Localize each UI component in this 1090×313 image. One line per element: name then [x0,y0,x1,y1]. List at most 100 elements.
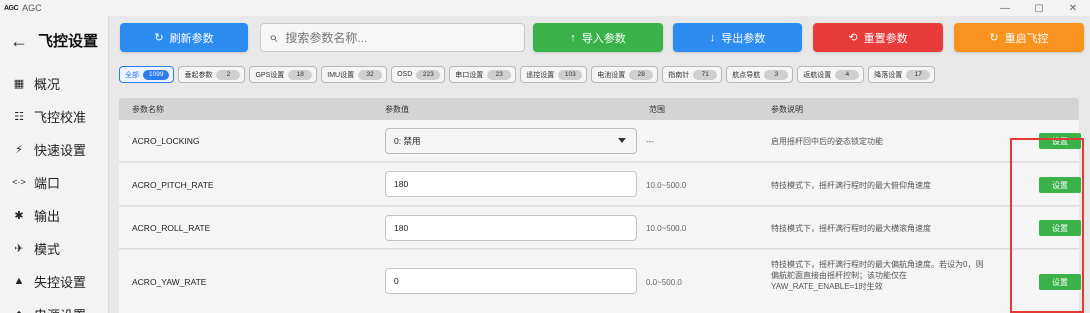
chip-label: 遥控设置 [526,71,555,79]
import-button[interactable]: ↑ 导入参数 [533,23,663,52]
chip-waypoint[interactable]: 航点导航 3 [726,66,794,83]
param-value-select[interactable]: 0: 禁用 [385,128,637,154]
input-value: 0 [394,276,399,286]
param-range: 0.0~500.0 [646,278,682,287]
chevron-down-icon [618,138,626,143]
description-line: 偏航舵面直接由摇杆控制；该功能仅在 [771,271,907,280]
reboot-button[interactable]: ↻ 重启飞控 [954,23,1084,52]
sidebar-item-modes[interactable]: ✈ 模式 [12,238,60,258]
refresh-button[interactable]: ↻ 刷新参数 [120,23,248,52]
param-name: ACRO_PITCH_RATE [132,180,214,190]
ports-icon: <·> [12,177,26,187]
chip-count: 3 [764,69,789,80]
chip-label: 降落设置 [874,71,903,79]
set-button[interactable]: 设置 [1039,220,1081,236]
sidebar-item-label: 电源设置 [34,305,86,313]
settings-icon: ◆ [12,308,26,313]
sidebar-item-output[interactable]: ✱ 输出 [12,205,60,225]
sliders-icon: ☷ [14,110,24,123]
chip-imu[interactable]: IMU设置 32 [321,66,388,83]
description-line: YAW_RATE_ENABLE=1时生效 [771,282,883,291]
close-button[interactable]: ✕ [1056,0,1090,16]
chip-count: 71 [693,69,718,80]
search-input[interactable] [285,30,506,45]
chip-count: 4 [835,69,860,80]
sidebar-item-quick-setup[interactable]: ⚡ 快速设置 [12,139,86,159]
chip-count: 103 [558,69,583,80]
lightning-icon: ⚡ [15,143,23,156]
set-button[interactable]: 设置 [1039,133,1081,149]
page-title: 飞控设置 [38,33,99,50]
minimize-button[interactable]: — [988,0,1022,16]
import-label: 导入参数 [581,32,626,45]
chip-landing[interactable]: 降落设置 17 [868,66,936,83]
airplane-icon: ✈ [14,242,24,255]
header-range: 范围 [649,105,665,114]
chip-count: 32 [358,69,383,80]
sidebar-item-overview[interactable]: ▦ 概况 [12,73,60,93]
param-description: 特技模式下，摇杆满行程时的最大偏航角速度。若设为0，则 偏航舵面直接由摇杆控制；… [771,259,1031,292]
chip-count: 17 [906,69,931,80]
header-param-value: 参数值 [385,105,409,114]
table-row: ACRO_ROLL_RATE 180 10.0~500.0 特技模式下，摇杆满行… [119,207,1081,249]
sidebar-item-calibration[interactable]: ☷ 飞控校准 [12,106,86,126]
set-button[interactable]: 设置 [1039,177,1081,193]
sidebar-item-label: 端口 [34,175,61,191]
chip-label: IMU设置 [327,71,355,79]
upload-icon: ↑ [570,31,576,44]
chip-compass[interactable]: 指南针 71 [662,66,723,83]
input-value: 180 [394,179,409,189]
sidebar-item-label: 概况 [34,76,61,92]
chip-gps[interactable]: GPS设置 18 [249,66,318,83]
set-button[interactable]: 设置 [1039,274,1081,290]
chip-serial[interactable]: 串口设置 23 [449,66,517,83]
param-range: 10.0~500.0 [646,224,687,233]
window-controls: — ▢ ✕ [988,0,1090,16]
maximize-button[interactable]: ▢ [1022,0,1056,16]
category-filter-bar: 全部 1099 垂起参数 2 GPS设置 18 IMU设置 32 OSD 223… [119,66,939,83]
sidebar-item-power[interactable]: ◆ 电源设置 [12,304,86,313]
main-panel: ↻ 刷新参数 ⌕ ↑ 导入参数 ↓ 导出参数 ⟲ 重置参数 ↻ 重启飞控 全部 … [108,16,1090,313]
chip-count: 223 [416,69,441,80]
sidebar-item-label: 失控设置 [34,274,87,290]
sidebar-item-label: 输出 [34,208,61,224]
param-range: --- [646,137,654,146]
chip-label: 电池设置 [597,71,626,79]
header-param-name: 参数名称 [132,105,164,114]
grid-icon: ▦ [13,77,25,90]
reset-button[interactable]: ⟲ 重置参数 [813,23,943,52]
param-value-input[interactable]: 180 [385,171,637,197]
chip-label: 返航设置 [803,71,832,79]
chip-rtl[interactable]: 返航设置 4 [797,66,865,83]
chip-count: 28 [629,69,654,80]
export-button[interactable]: ↓ 导出参数 [673,23,802,52]
chip-vtol[interactable]: 垂起参数 2 [178,66,246,83]
sidebar: ← 飞控设置 ▦ 概况 ☷ 飞控校准 ⚡ 快速设置 <·> 端口 ✱ 输出 ✈ … [0,16,108,313]
param-description: 特技模式下，摇杆满行程时的最大横滚角速度 [771,224,931,233]
chip-label: 指南针 [668,71,690,79]
description-line: 特技模式下，摇杆满行程时的最大偏航角速度。若设为0，则 [771,260,984,269]
reset-icon: ⟲ [848,32,858,44]
chip-count: 18 [288,69,313,80]
chip-count: 23 [487,69,512,80]
download-icon: ↓ [709,31,716,44]
select-value: 0: 禁用 [394,136,421,146]
chip-label: OSD [397,71,413,78]
chip-osd[interactable]: OSD 223 [391,66,446,83]
chip-all[interactable]: 全部 1099 [119,66,175,83]
param-value-input[interactable]: 0 [385,268,637,294]
chip-label: GPS设置 [255,71,285,79]
param-value-input[interactable]: 180 [385,215,637,241]
back-arrow-icon[interactable]: ← [10,32,28,50]
search-box[interactable]: ⌕ [260,23,525,52]
chip-battery[interactable]: 电池设置 28 [591,66,659,83]
table-row: ACRO_YAW_RATE 0 0.0~500.0 特技模式下，摇杆满行程时的最… [119,250,1081,313]
param-name: ACRO_LOCKING [132,136,200,146]
chip-count: 1099 [143,69,170,80]
sidebar-item-ports[interactable]: <·> 端口 [12,172,60,192]
sidebar-item-label: 飞控校准 [34,109,87,125]
chip-label: 全部 [125,71,139,79]
chip-rc[interactable]: 遥控设置 103 [520,66,588,83]
back-row: ← 飞控设置 [10,30,98,51]
sidebar-item-failsafe[interactable]: ▲ 失控设置 [12,271,86,291]
